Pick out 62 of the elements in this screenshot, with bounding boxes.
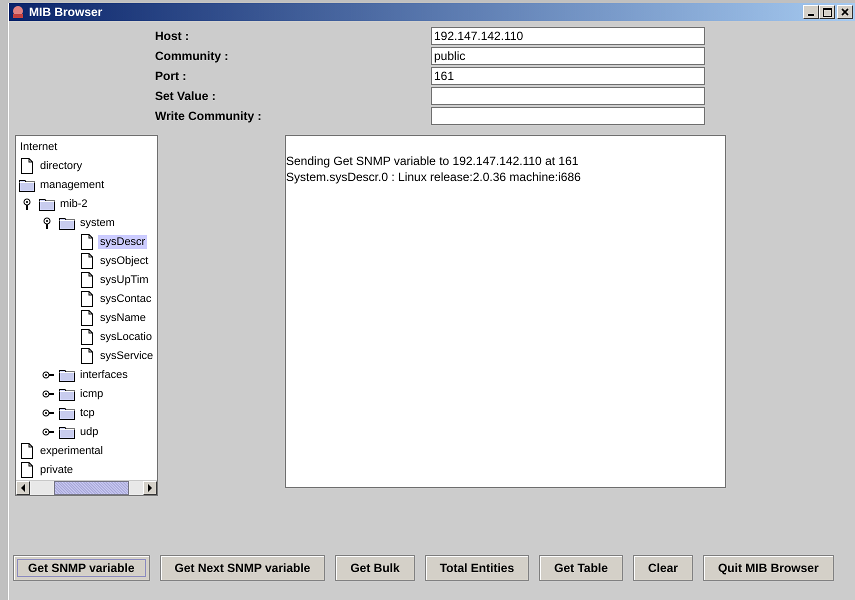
input-field[interactable] (431, 107, 705, 125)
scroll-thumb[interactable] (54, 481, 129, 495)
field-label: Community : (155, 49, 230, 63)
tree-item[interactable]: sysObject (98, 254, 150, 268)
field-label: Port : (155, 69, 188, 83)
document-icon (79, 234, 95, 250)
tree-item[interactable]: management (38, 178, 106, 192)
tree-item[interactable]: system (78, 216, 117, 230)
left-arrow-icon[interactable] (20, 484, 26, 492)
expand-handle-icon[interactable] (42, 406, 54, 418)
document-icon (19, 158, 35, 174)
action-button[interactable]: Clear (632, 555, 693, 581)
document-icon (79, 310, 95, 326)
document-icon (79, 252, 95, 268)
horizontal-scrollbar[interactable] (16, 480, 157, 495)
minimize-button[interactable] (803, 5, 819, 19)
tree-item[interactable]: interfaces (78, 368, 130, 382)
action-button[interactable]: Get Bulk (335, 555, 415, 581)
tree-item[interactable]: experimental (38, 444, 105, 458)
action-button[interactable]: Quit MIB Browser (702, 555, 834, 581)
action-button[interactable]: Total Entities (424, 555, 530, 581)
input-field[interactable]: 161 (431, 67, 705, 85)
tree-item[interactable]: udp (78, 424, 100, 438)
maximize-icon (822, 8, 832, 16)
close-icon (841, 8, 849, 16)
tree-item[interactable]: icmp (78, 386, 106, 400)
expand-handle-icon[interactable] (42, 368, 54, 380)
tree-item[interactable]: directory (38, 158, 84, 172)
field-label: Host : (155, 29, 190, 43)
tree-item[interactable]: private (38, 462, 76, 476)
document-icon (79, 290, 95, 306)
maximize-button[interactable] (819, 5, 835, 19)
window-title: MIB Browser (29, 5, 104, 19)
action-button[interactable]: Get SNMP variable (13, 555, 150, 581)
app-icon (11, 5, 25, 19)
document-icon (79, 328, 95, 344)
input-field[interactable] (431, 87, 705, 105)
document-icon (19, 442, 35, 458)
input-field[interactable]: public (431, 47, 705, 65)
expand-handle-icon[interactable] (42, 426, 54, 438)
output-line: System.sysDescr.0 : Linux release:2.0.36 machine:i686 (286, 169, 582, 185)
tree-item[interactable]: sysDescr (98, 234, 148, 248)
tree-item[interactable]: sysService (98, 348, 156, 362)
right-arrow-icon[interactable] (147, 484, 153, 492)
output-line: Sending Get SNMP variable to 192.147.142.110 at 161 (286, 153, 580, 169)
action-button[interactable]: Get Table (539, 555, 623, 581)
tree-item[interactable]: sysName (98, 310, 148, 324)
tree-item[interactable]: mib-2 (58, 196, 90, 210)
tree-item[interactable]: sysContac (98, 292, 154, 306)
action-button[interactable]: Get Next SNMP variable (160, 555, 326, 581)
document-icon (79, 272, 95, 288)
tree-item[interactable]: sysLocatio (98, 330, 154, 344)
document-icon (19, 462, 35, 478)
field-label: Set Value : (155, 89, 217, 103)
document-icon (79, 348, 95, 364)
input-field[interactable]: 192.147.142.110 (431, 27, 705, 45)
tree-item[interactable]: tcp (78, 406, 97, 420)
field-label: Write Community : (155, 109, 262, 123)
expand-handle-icon[interactable] (42, 388, 54, 400)
tree-item[interactable]: sysUpTim (98, 272, 150, 286)
close-button[interactable] (837, 5, 853, 19)
tree-item[interactable]: Internet (18, 140, 60, 154)
